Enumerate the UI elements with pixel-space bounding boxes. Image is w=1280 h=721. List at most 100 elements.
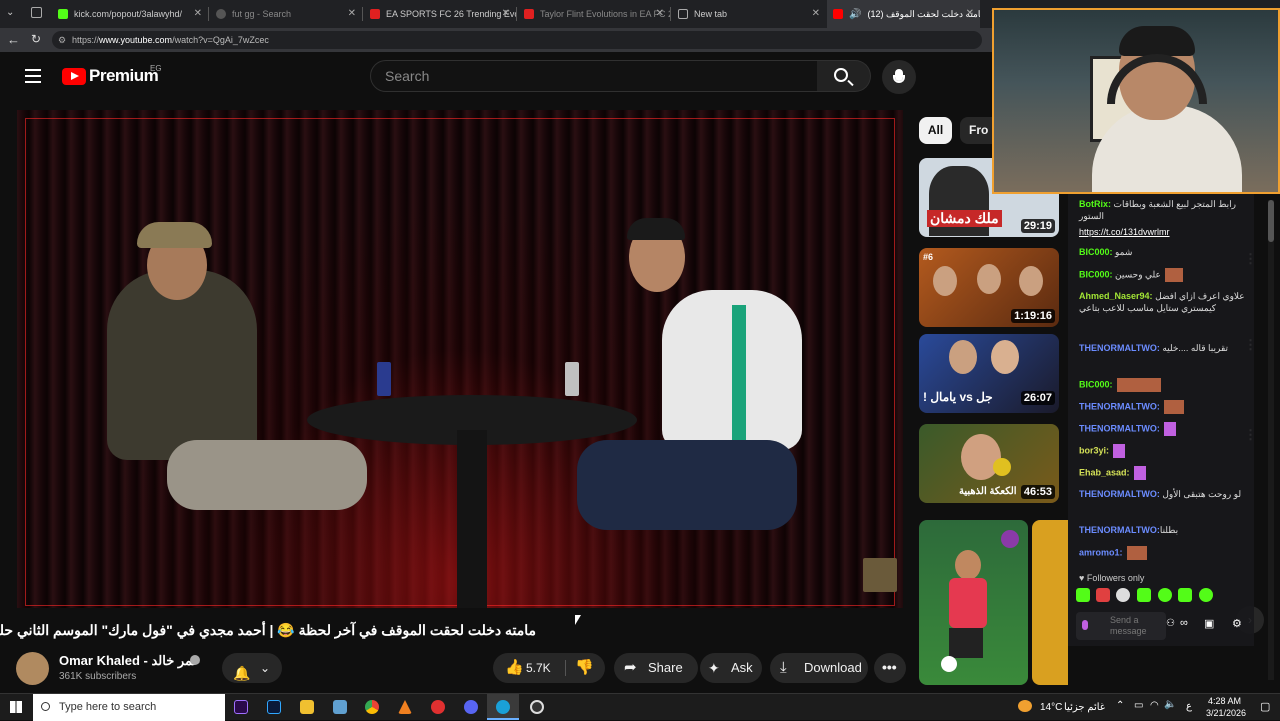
reload-icon[interactable]: ↻ [31, 32, 41, 46]
chat-username[interactable]: Ehab_asad: [1079, 467, 1130, 477]
taskbar-search-input[interactable]: Type here to search [33, 694, 225, 721]
chat-username[interactable]: BotRix: [1079, 199, 1111, 209]
emote-icon[interactable] [1158, 588, 1172, 602]
share-button[interactable]: ➦ Share [614, 653, 698, 683]
more-actions-button[interactable]: ••• [874, 653, 906, 683]
emote-icon[interactable] [1096, 588, 1110, 602]
chat-username[interactable]: THENORMALTWO: [1079, 343, 1160, 353]
browser-tab[interactable]: fut gg - Search ✕ [210, 0, 362, 28]
wifi-icon[interactable]: ◠ [1150, 700, 1159, 711]
download-button[interactable]: ⤓ Download [770, 653, 868, 683]
video-player[interactable] [17, 110, 903, 608]
dislike-button[interactable]: 👎 [573, 653, 599, 683]
weather-description[interactable]: غائم جزئيا [1064, 702, 1105, 713]
chat-username[interactable]: BIC000: [1079, 269, 1113, 279]
emote-icon [1163, 422, 1176, 436]
file-explorer-icon[interactable] [300, 700, 314, 714]
chat-username[interactable]: THENORMALTWO: [1079, 401, 1160, 411]
settings-gear-icon[interactable]: ⚙ [1232, 617, 1242, 630]
weather-icon[interactable] [1018, 700, 1032, 712]
premiere-pro-icon[interactable] [234, 700, 248, 714]
browser-tab[interactable]: EA SPORTS FC 26 Trending Evolu ✕ [364, 0, 516, 28]
audio-playing-icon[interactable]: 🔊 [849, 9, 861, 20]
close-tab-icon[interactable]: ✕ [656, 8, 664, 19]
volume-icon[interactable]: 🔈 [1164, 699, 1176, 710]
chat-message-input[interactable]: Send a message [1076, 612, 1166, 640]
subscribed-button[interactable]: 🔔 ⌄ [222, 653, 282, 683]
chat-username[interactable]: Ahmed_Naser94: [1079, 291, 1153, 301]
like-button[interactable]: 👍 5.7K [501, 653, 561, 683]
tab-actions-icon[interactable] [31, 7, 42, 18]
chat-username[interactable]: BIC000: [1079, 247, 1113, 257]
users-icon[interactable]: ⚇ [1166, 618, 1175, 629]
scrollbar-track[interactable] [1268, 200, 1274, 680]
short-thumbnail[interactable] [1032, 520, 1068, 685]
channel-avatar[interactable] [16, 652, 49, 685]
voice-search-button[interactable] [882, 60, 916, 94]
chat-message: لو روحت هتبقى الأول [1162, 489, 1242, 499]
photoshop-icon[interactable] [267, 700, 281, 714]
short-thumbnail[interactable] [919, 520, 1028, 685]
browser-tab[interactable]: New tab ✕ [672, 0, 826, 28]
emote-icon[interactable] [1178, 588, 1192, 602]
network-icon[interactable]: ▭ [1134, 700, 1143, 711]
gift-icon[interactable]: ▣ [1204, 617, 1214, 630]
edge-icon[interactable] [496, 700, 510, 714]
tray-chevron-icon[interactable]: ⌃ [1116, 700, 1124, 711]
url-field[interactable]: ⚙ https://www.youtube.com/watch?v=QgAi_7… [52, 31, 982, 49]
chat-username[interactable]: amromo1: [1079, 547, 1123, 557]
close-tab-icon[interactable]: ✕ [812, 8, 820, 19]
close-tab-icon[interactable]: ✕ [194, 8, 202, 19]
site-info-icon[interactable]: ⚙ [58, 31, 66, 49]
chip-all[interactable]: All [919, 117, 952, 144]
region-code: EG [150, 64, 162, 73]
discord-icon[interactable] [464, 700, 478, 714]
browser-tab[interactable]: Taylor Flint Evolutions in EA FC 2 ✕ [518, 0, 670, 28]
wps-office-icon[interactable] [431, 700, 445, 714]
weather-temp[interactable]: 14°C [1040, 702, 1062, 713]
windows-start-icon[interactable] [10, 701, 22, 713]
chat-username[interactable]: BIC000: [1079, 379, 1113, 389]
youtube-logo-icon[interactable] [62, 68, 86, 85]
notepad-icon[interactable] [333, 700, 347, 714]
clock-time[interactable]: 4:28 AM [1208, 696, 1241, 706]
chat-username[interactable]: bor3yi: [1079, 445, 1109, 455]
emote-icon[interactable] [1116, 588, 1130, 602]
back-arrow-icon[interactable]: ← [7, 32, 20, 47]
search-input[interactable]: Search [370, 60, 818, 92]
close-tab-icon[interactable]: ✕ [966, 8, 974, 19]
scrollbar-thumb[interactable] [1268, 200, 1274, 242]
chat-link[interactable]: https://t.co/131dvwrlmr [1079, 227, 1170, 237]
clock-date[interactable]: 3/21/2026 [1206, 708, 1246, 718]
notifications-icon[interactable]: ▢ [1260, 700, 1270, 713]
menu-icon[interactable] [25, 69, 41, 83]
input-language[interactable]: ع [1186, 701, 1192, 712]
browser-tab[interactable]: kick.com/popout/3alawyhd/ ✕ [52, 0, 208, 28]
emote-icon[interactable] [1076, 588, 1090, 602]
premium-brand[interactable]: Premium [89, 66, 159, 86]
related-video-thumbnail[interactable]: الكعكة الذهبية 46:53 [919, 424, 1059, 503]
related-video-thumbnail[interactable]: جل vs يامال ! 26:07 [919, 334, 1059, 413]
tab-list-chevron-icon[interactable]: ⌄ [6, 7, 14, 18]
chat-username[interactable]: THENORMALTWO: [1079, 489, 1160, 499]
related-video-thumbnail[interactable]: #6 1:19:16 [919, 248, 1059, 327]
browser-tab-active[interactable]: 🔊 (12) مامته دخلت لحقت الموقف ✕ [827, 0, 980, 28]
chip-from[interactable]: Fro [960, 117, 994, 144]
webcam-overlay [992, 8, 1280, 194]
channel-watermark[interactable] [863, 558, 897, 592]
emote-icon[interactable] [1137, 588, 1151, 602]
close-tab-icon[interactable]: ✕ [348, 8, 356, 19]
chrome-icon[interactable] [365, 700, 379, 714]
channel-avatar[interactable] [1001, 530, 1019, 548]
ask-button[interactable]: ✦ Ask [700, 653, 762, 683]
bell-icon: 🔔 [233, 665, 251, 681]
chat-username[interactable]: THENORMALTWO: [1079, 525, 1160, 535]
emote-icon[interactable] [1199, 588, 1213, 602]
obs-icon[interactable] [530, 700, 544, 714]
vlc-icon[interactable] [398, 700, 412, 714]
search-button[interactable] [817, 60, 871, 92]
infinity-icon[interactable]: ∞ [1180, 617, 1188, 629]
channel-name[interactable]: Omar Khaled - عمر خالد [59, 653, 200, 669]
chat-username[interactable]: THENORMALTWO: [1079, 423, 1160, 433]
close-tab-icon[interactable]: ✕ [502, 8, 510, 19]
